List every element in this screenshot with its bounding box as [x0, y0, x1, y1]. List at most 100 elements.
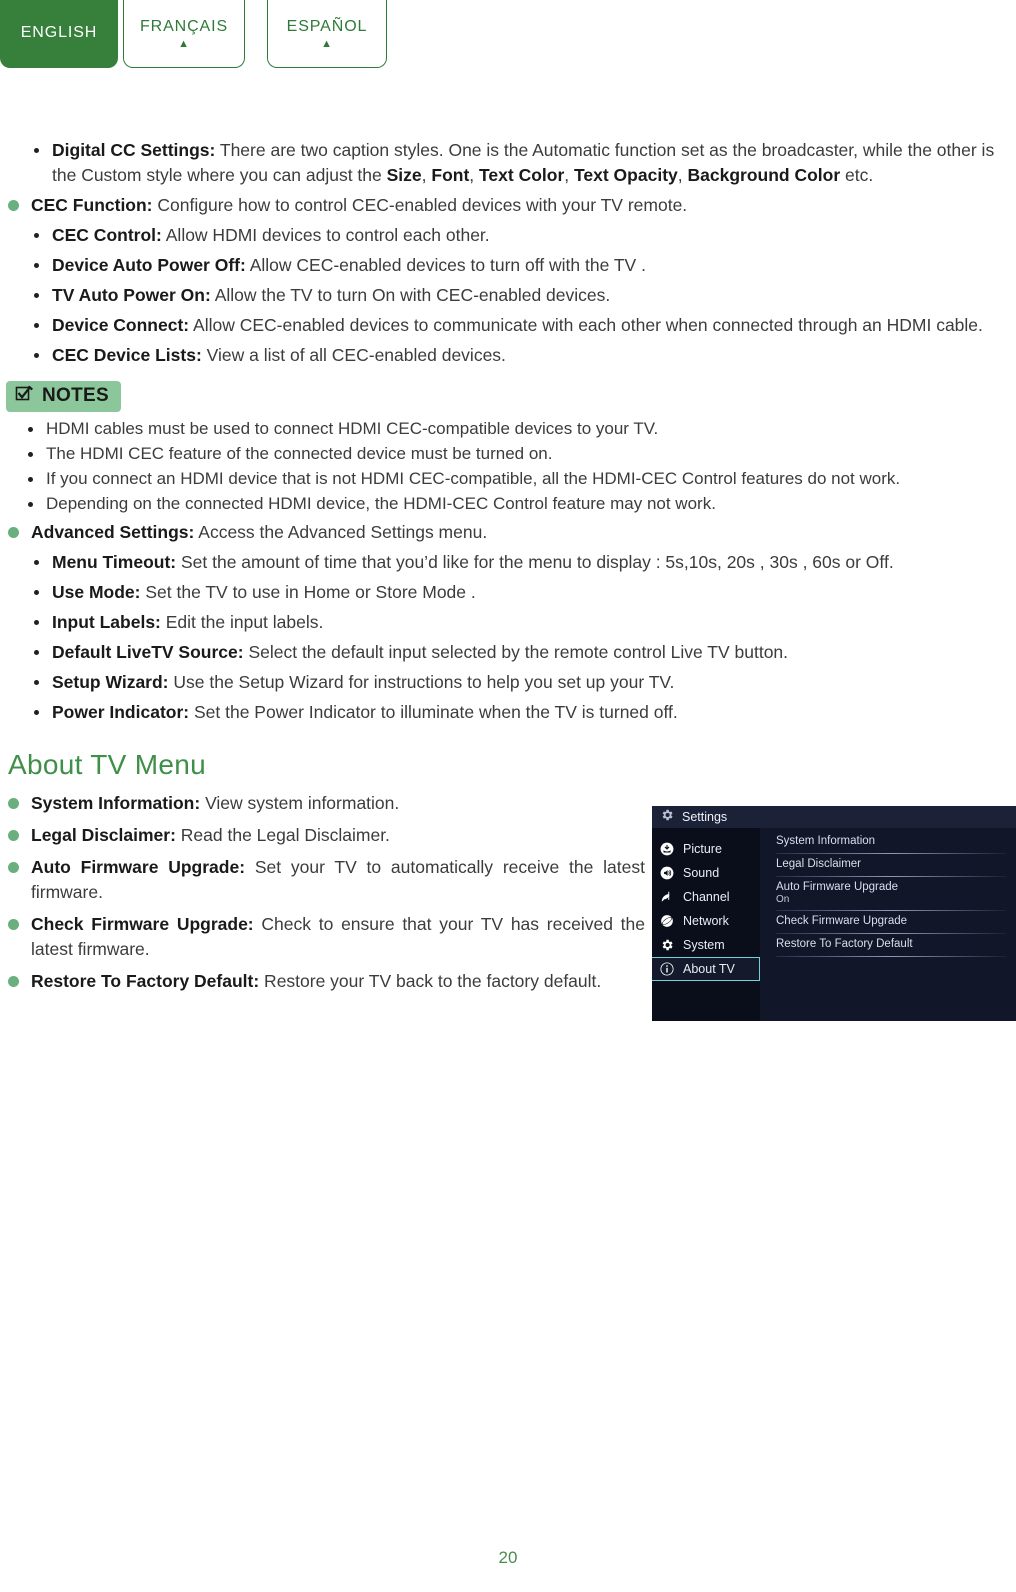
- bullet-icon: [28, 477, 33, 482]
- term: Menu Timeout:: [52, 552, 177, 572]
- term: CEC Function:: [31, 195, 153, 215]
- tv-nav-item-channel[interactable]: Channel: [652, 885, 760, 909]
- list-item: Device Auto Power Off: Allow CEC-enabled…: [0, 253, 1016, 278]
- list-item-text: CEC Function: Configure how to control C…: [31, 193, 1016, 218]
- bullet-icon: [34, 263, 39, 268]
- note-text: Depending on the connected HDMI device, …: [46, 494, 716, 513]
- tv-settings-body: Picture Sound Channel Network System Abo…: [652, 828, 1016, 1021]
- tv-option-row[interactable]: Restore To Factory Default: [776, 937, 1006, 954]
- gear-icon: [660, 808, 674, 827]
- speaker-icon: [659, 866, 674, 881]
- tv-option-row[interactable]: Auto Firmware Upgrade On: [776, 880, 1006, 908]
- tv-option-row[interactable]: Legal Disclaimer: [776, 857, 1006, 874]
- list-item-text: Input Labels: Edit the input labels.: [52, 610, 1016, 635]
- about-tv-menu-list: System Information: View system informat…: [0, 791, 645, 994]
- term: System Information:: [31, 793, 201, 813]
- list-item-text: Menu Timeout: Set the amount of time tha…: [52, 550, 1016, 575]
- list-item: CEC Device Lists: View a list of all CEC…: [0, 343, 1016, 368]
- language-tab-english[interactable]: ENGLISH: [0, 0, 118, 68]
- list-item: If you connect an HDMI device that is no…: [0, 467, 1016, 491]
- bullet-icon: [28, 427, 33, 432]
- list-item-text: CEC Control: Allow HDMI devices to contr…: [52, 223, 1016, 248]
- list-item-text: Auto Firmware Upgrade: Set your TV to au…: [31, 855, 645, 905]
- list-item-text: Digital CC Settings: There are two capti…: [52, 140, 995, 185]
- bullet-icon: [34, 323, 39, 328]
- tv-option-row[interactable]: System Information: [776, 834, 1006, 851]
- description: Restore your TV back to the factory defa…: [259, 971, 602, 991]
- tv-settings-sidebar: Picture Sound Channel Network System Abo…: [652, 828, 760, 1021]
- term: CEC Control:: [52, 225, 162, 245]
- checkbox-pencil-icon: [15, 384, 35, 408]
- tv-nav-item-system[interactable]: System: [652, 933, 760, 957]
- language-tab-espanol[interactable]: ESPAÑOL ▲: [267, 0, 387, 68]
- language-tab-label: ENGLISH: [20, 24, 98, 41]
- tv-settings-titlebar: Settings: [652, 806, 1016, 828]
- inline-bold: Font: [431, 165, 470, 185]
- list-item-text: Check Firmware Upgrade: Check to ensure …: [31, 912, 645, 962]
- note-text: The HDMI CEC feature of the connected de…: [46, 444, 553, 463]
- list-item-text: Restore To Factory Default: Restore your…: [31, 969, 645, 994]
- divider: [776, 956, 1006, 957]
- list-item-text: Advanced Settings: Access the Advanced S…: [31, 520, 1016, 545]
- gear-icon: [659, 938, 674, 953]
- tv-nav-label: About TV: [683, 962, 735, 976]
- term: Setup Wizard:: [52, 672, 169, 692]
- list-item-text: Legal Disclaimer: Read the Legal Disclai…: [31, 823, 645, 848]
- list-item: Setup Wizard: Use the Setup Wizard for i…: [0, 670, 1016, 695]
- bullet-icon: [8, 200, 19, 211]
- description: Use the Setup Wizard for instructions to…: [168, 672, 675, 692]
- divider: [776, 933, 1006, 934]
- list-item-text: Device Connect: Allow CEC-enabled device…: [52, 313, 1016, 338]
- tv-option-label: Check Firmware Upgrade: [776, 915, 908, 927]
- description: Edit the input labels.: [160, 612, 324, 632]
- list-item-text: TV Auto Power On: Allow the TV to turn O…: [52, 283, 1016, 308]
- divider: [776, 853, 1006, 854]
- note-text: HDMI cables must be used to connect HDMI…: [46, 419, 659, 438]
- tv-nav-item-network[interactable]: Network: [652, 909, 760, 933]
- tv-settings-options-panel: System Information Legal Disclaimer Auto…: [760, 828, 1016, 1021]
- description: Read the Legal Disclaimer.: [175, 825, 390, 845]
- list-item: System Information: View system informat…: [0, 791, 645, 816]
- globe-icon: [659, 914, 674, 929]
- language-tab-bar: ENGLISH FRANÇAIS ▲ ESPAÑOL ▲: [0, 0, 387, 70]
- tv-option-row[interactable]: Check Firmware Upgrade: [776, 914, 1006, 931]
- list-item-text: Device Auto Power Off: Allow CEC-enabled…: [52, 253, 1016, 278]
- bullet-icon: [8, 919, 19, 930]
- list-item-text: Default LiveTV Source: Select the defaul…: [52, 640, 1016, 665]
- notes-badge: NOTES: [6, 381, 121, 412]
- term: Auto Firmware Upgrade:: [31, 857, 246, 877]
- bullet-icon: [34, 353, 39, 358]
- tv-nav-label: Picture: [683, 842, 722, 856]
- list-item: CEC Function: Configure how to control C…: [0, 193, 1016, 218]
- bullet-icon: [34, 650, 39, 655]
- list-item: Use Mode: Set the TV to use in Home or S…: [0, 580, 1016, 605]
- list-item: Input Labels: Edit the input labels.: [0, 610, 1016, 635]
- bullet-icon: [8, 830, 19, 841]
- bullet-icon: [34, 560, 39, 565]
- list-item-text: CEC Device Lists: View a list of all CEC…: [52, 343, 1016, 368]
- list-item: Depending on the connected HDMI device, …: [0, 492, 1016, 516]
- list-item-text: Power Indicator: Set the Power Indicator…: [52, 700, 1016, 725]
- tv-settings-screenshot: Settings Picture Sound Channel Network S…: [652, 806, 1016, 1021]
- list-item-text: Use Mode: Set the TV to use in Home or S…: [52, 580, 1016, 605]
- list-item: Legal Disclaimer: Read the Legal Disclai…: [0, 823, 645, 848]
- page-number: 20: [498, 1548, 518, 1567]
- divider: [776, 876, 1006, 877]
- bullet-icon: [8, 527, 19, 538]
- description: Allow CEC-enabled devices to communicate…: [189, 315, 983, 335]
- description: Allow HDMI devices to control each other…: [161, 225, 490, 245]
- tv-nav-item-about-tv[interactable]: About TV: [652, 957, 760, 981]
- term: Check Firmware Upgrade:: [31, 914, 254, 934]
- tv-nav-item-picture[interactable]: Picture: [652, 837, 760, 861]
- list-item: Advanced Settings: Access the Advanced S…: [0, 520, 1016, 545]
- tv-option-label: Auto Firmware Upgrade: [776, 881, 899, 893]
- bullet-icon: [34, 590, 39, 595]
- list-item: TV Auto Power On: Allow the TV to turn O…: [0, 283, 1016, 308]
- bullet-icon: [34, 680, 39, 685]
- term: Legal Disclaimer:: [31, 825, 176, 845]
- tv-nav-item-sound[interactable]: Sound: [652, 861, 760, 885]
- caret-up-icon: ▲: [321, 37, 333, 50]
- bullet-icon: [34, 710, 39, 715]
- language-tab-francais[interactable]: FRANÇAIS ▲: [123, 0, 245, 68]
- description: Allow the TV to turn On with CEC-enabled…: [210, 285, 611, 305]
